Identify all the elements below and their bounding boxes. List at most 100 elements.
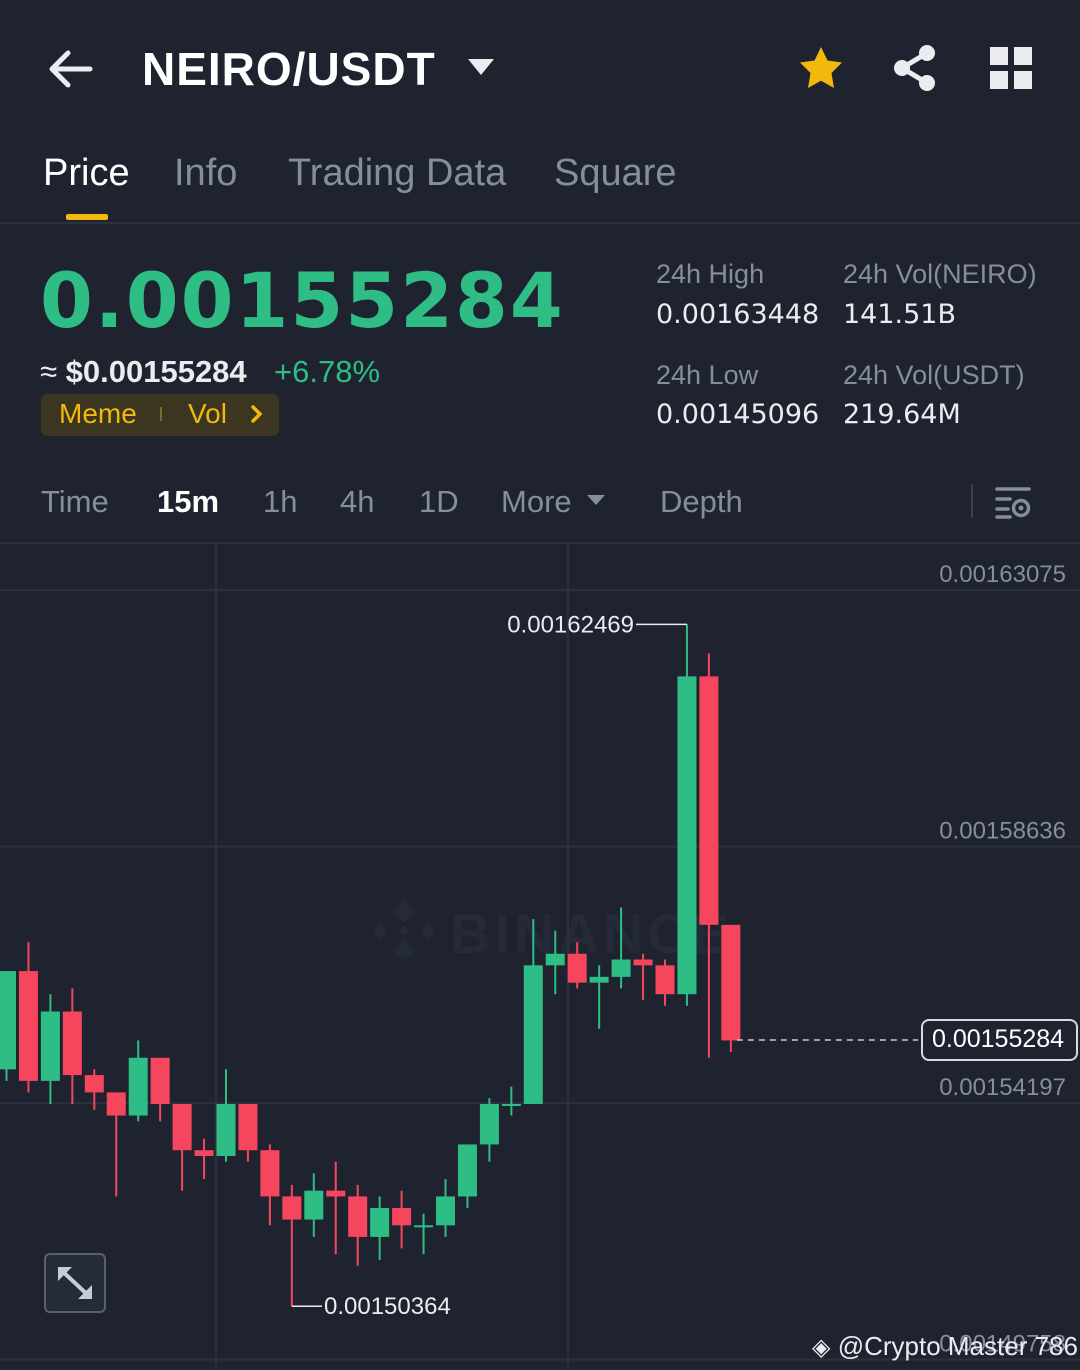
candle-body	[567, 953, 587, 983]
grid-menu-icon[interactable]	[990, 47, 1032, 89]
candle-up	[216, 1069, 236, 1162]
candle-body	[611, 959, 631, 977]
candle-up	[128, 1040, 148, 1122]
candle-up	[589, 965, 609, 1029]
usd-equivalent: ≈ $0.00155284	[40, 354, 247, 390]
candle-down	[194, 1138, 214, 1180]
approx-usd: $0.00155284	[65, 354, 247, 389]
top-bar: NEIRO/USDT	[0, 0, 1080, 140]
candle-down	[150, 1057, 170, 1122]
approx-prefix: ≈	[40, 354, 66, 389]
last-price: 0.00155284	[40, 256, 565, 345]
candle-down	[392, 1190, 412, 1249]
candle-body	[457, 1144, 477, 1197]
vol-base-value: 141.51B	[843, 299, 956, 330]
high-label: 24h High	[656, 259, 765, 289]
candle-body	[677, 676, 697, 995]
vol-quote-value: 219.64M	[843, 399, 961, 430]
tab-trading-data[interactable]: Trading Data	[288, 152, 506, 195]
candle-body	[545, 953, 565, 966]
candle-body	[501, 1103, 521, 1106]
candle-body	[260, 1150, 280, 1197]
candle-down	[348, 1184, 368, 1266]
low-price-label: 0.00150364	[324, 1293, 451, 1320]
candle-body	[150, 1057, 170, 1104]
tag-meme[interactable]: Meme	[59, 398, 137, 430]
chevron-right-icon[interactable]	[248, 402, 266, 426]
more-caret-icon[interactable]	[586, 494, 606, 506]
candle-body	[194, 1150, 214, 1156]
candle-body	[633, 959, 653, 966]
candle-down	[260, 1144, 280, 1226]
candle-body	[655, 965, 675, 995]
y-axis-tick-label: 0.00158636	[939, 818, 1066, 845]
caret-down-icon[interactable]	[466, 56, 496, 78]
timeframe-4h[interactable]: 4h	[340, 484, 374, 520]
candle-down	[326, 1161, 346, 1255]
expand-arrows-icon	[58, 1267, 92, 1299]
last-price-axis-label: 0.00155284	[932, 1025, 1065, 1053]
depth-tab[interactable]: Depth	[660, 484, 743, 520]
candle-body	[436, 1196, 455, 1226]
candle-body	[721, 924, 741, 1041]
candle-down	[721, 924, 741, 1052]
timeframe-1h[interactable]: 1h	[263, 484, 297, 520]
candle-down	[282, 1184, 302, 1307]
y-axis-labels: 0.001630750.001586360.001541970.00149758	[939, 561, 1066, 1358]
candle-down	[62, 988, 82, 1104]
tag-vol[interactable]: Vol	[188, 398, 227, 430]
candle-up	[457, 1144, 477, 1208]
candle-up	[304, 1173, 324, 1237]
low-value: 0.00145096	[656, 399, 820, 430]
candle-body	[348, 1196, 368, 1237]
candle-up	[479, 1098, 499, 1162]
high-value: 0.00163448	[656, 299, 820, 330]
candle-down	[633, 953, 653, 1000]
candle-body	[479, 1103, 499, 1145]
y-axis-tick-label: 0.00163075	[939, 561, 1066, 588]
timeframe-1d[interactable]: 1D	[419, 484, 459, 520]
candle-down	[238, 1103, 258, 1162]
candle-up	[436, 1179, 455, 1237]
candle-body	[84, 1075, 104, 1093]
candle-down	[655, 959, 675, 1006]
fullscreen-button[interactable]	[44, 1253, 106, 1313]
tab-info[interactable]: Info	[174, 152, 237, 195]
candle-body	[62, 1011, 82, 1076]
candle-body	[18, 971, 38, 1081]
candle-body	[589, 976, 609, 983]
back-arrow-icon[interactable]	[44, 46, 96, 92]
tab-bar: Price Info Trading Data Square	[0, 148, 1080, 224]
candle-down	[172, 1103, 192, 1191]
active-tab-indicator	[66, 214, 108, 220]
pair-title[interactable]: NEIRO/USDT	[142, 42, 436, 96]
candle-body	[282, 1196, 302, 1220]
timeframe-time[interactable]: Time	[41, 484, 109, 520]
toolbar-divider	[971, 484, 973, 518]
candle-down	[18, 942, 38, 1093]
candle-up	[40, 994, 60, 1104]
favorite-star-icon[interactable]	[798, 45, 844, 91]
chart-settings-icon[interactable]	[994, 484, 1032, 520]
binance-watermark: BINANCE	[370, 895, 729, 965]
candle-body	[304, 1190, 324, 1220]
candle-body	[414, 1225, 434, 1228]
candle-body	[0, 971, 16, 1070]
candle-body	[216, 1103, 236, 1156]
candle-body	[40, 1011, 60, 1081]
timeframe-15m[interactable]: 15m	[157, 484, 219, 520]
tag-chip[interactable]: Meme Vol	[41, 394, 279, 436]
tab-square[interactable]: Square	[554, 152, 677, 195]
vol-quote-label: 24h Vol(USDT)	[843, 360, 1025, 390]
candle-body	[238, 1103, 258, 1151]
diamond-icon: ◈	[812, 1334, 831, 1361]
candle-body	[128, 1057, 148, 1116]
timeframe-more[interactable]: More	[501, 484, 572, 520]
price-change: +6.78%	[274, 354, 381, 389]
candles	[0, 624, 741, 1307]
candle-up	[501, 1086, 521, 1116]
share-icon[interactable]	[892, 44, 938, 92]
author-credit: ◈ @Crypto Master 786	[812, 1331, 1078, 1362]
candle-body	[392, 1207, 412, 1226]
tab-price[interactable]: Price	[43, 152, 130, 195]
